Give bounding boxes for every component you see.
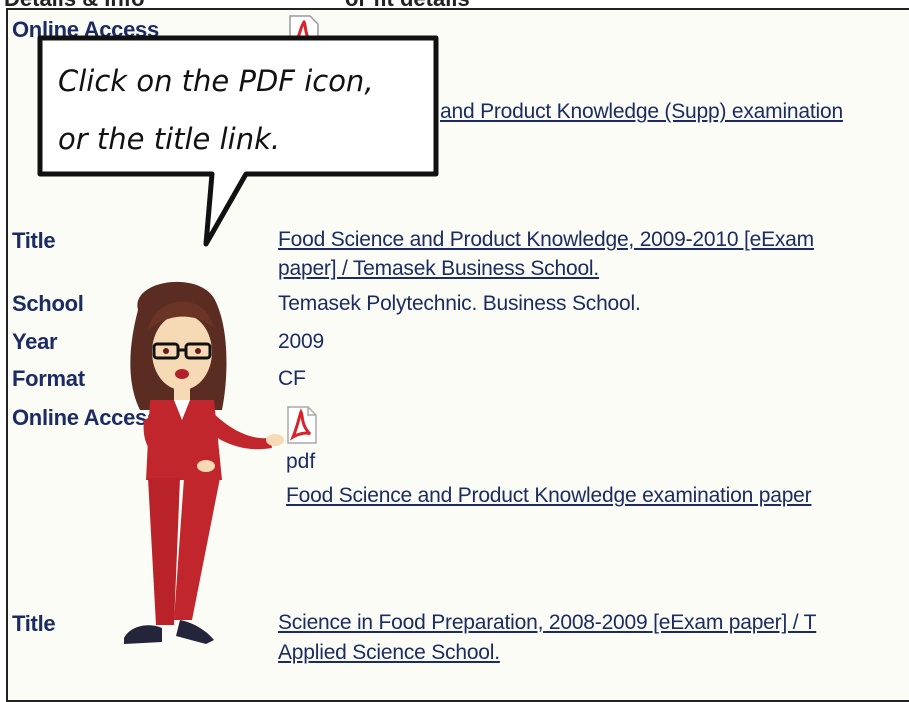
school-value: Temasek Polytechnic. Business School.	[278, 292, 641, 315]
pdf-label[interactable]: pdf	[286, 450, 315, 474]
pdf-icon[interactable]	[286, 405, 318, 445]
callout-line1: Click on the PDF icon,	[58, 64, 374, 98]
title-link-line2[interactable]: paper] / Temasek Business School.	[278, 257, 599, 281]
format-label: Format	[12, 366, 85, 391]
exam-paper-link[interactable]: Food Science and Product Knowledge exami…	[286, 484, 812, 508]
title-link-line1[interactable]: Science in Food Preparation, 2008-2009 […	[278, 611, 816, 635]
title-link-line2[interactable]: Applied Science School.	[278, 641, 500, 665]
title-label: Title	[12, 611, 56, 636]
year-label: Year	[12, 329, 58, 354]
callout-line2: or the title link.	[58, 122, 281, 156]
school-label: School	[12, 291, 84, 316]
exam-paper-link[interactable]: and Product Knowledge (Supp) examination	[440, 100, 843, 124]
cartoon-avatar	[124, 281, 284, 644]
